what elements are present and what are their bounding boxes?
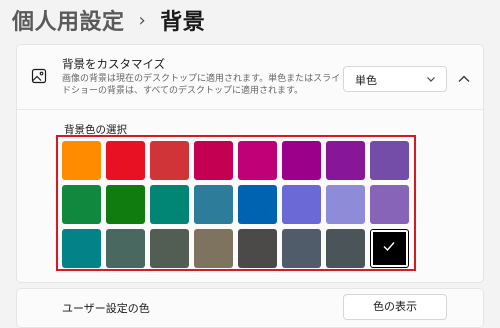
color-swatch[interactable] <box>238 229 277 268</box>
chevron-down-icon <box>427 77 435 82</box>
color-swatch[interactable] <box>282 185 321 224</box>
breadcrumb-parent[interactable]: 個人用設定 <box>12 4 125 36</box>
background-type-dropdown[interactable]: 単色 <box>343 66 447 92</box>
breadcrumb: 個人用設定 › 背景 <box>12 4 205 36</box>
color-swatch-selected[interactable] <box>370 229 409 268</box>
color-swatch[interactable] <box>106 141 145 180</box>
color-swatch[interactable] <box>150 185 189 224</box>
chevron-up-icon[interactable] <box>456 71 472 87</box>
show-colors-button[interactable]: 色の表示 <box>343 294 447 320</box>
color-swatch[interactable] <box>62 185 101 224</box>
page-title: 背景 <box>160 10 206 35</box>
color-swatch[interactable] <box>62 229 101 268</box>
background-customize-title: 背景をカスタマイズ <box>62 57 166 71</box>
background-settings-card: 背景をカスタマイズ 画像の背景は現在のデスクトップに適用されます。単色またはスラ… <box>16 44 484 283</box>
color-swatch[interactable] <box>326 185 365 224</box>
color-swatch[interactable] <box>238 185 277 224</box>
background-type-value: 単色 <box>355 74 377 87</box>
color-swatch[interactable] <box>326 229 365 268</box>
checkmark-icon <box>383 242 395 252</box>
color-swatch[interactable] <box>194 185 233 224</box>
color-swatch[interactable] <box>238 141 277 180</box>
user-color-label: ユーザー設定の色 <box>62 302 150 315</box>
background-customize-row[interactable]: 背景をカスタマイズ 画像の背景は現在のデスクトップに適用されます。単色またはスラ… <box>17 45 483 109</box>
color-swatch[interactable] <box>370 185 409 224</box>
divider <box>17 109 483 110</box>
breadcrumb-separator: › <box>138 9 147 31</box>
color-swatch[interactable] <box>62 141 101 180</box>
color-swatch[interactable] <box>370 141 409 180</box>
picture-icon <box>31 68 47 84</box>
color-swatch-grid <box>56 135 416 271</box>
color-swatch[interactable] <box>106 229 145 268</box>
color-swatch[interactable] <box>282 141 321 180</box>
color-swatch[interactable] <box>326 141 365 180</box>
background-customize-description: 画像の背景は現在のデスクトップに適用されます。単色またはスライドショーの背景は、… <box>62 74 341 96</box>
color-swatch[interactable] <box>282 229 321 268</box>
color-swatch[interactable] <box>106 185 145 224</box>
user-color-row: ユーザー設定の色 色の表示 <box>16 288 484 328</box>
color-swatch[interactable] <box>194 141 233 180</box>
color-swatch[interactable] <box>194 229 233 268</box>
color-swatch[interactable] <box>150 229 189 268</box>
color-swatch[interactable] <box>150 141 189 180</box>
